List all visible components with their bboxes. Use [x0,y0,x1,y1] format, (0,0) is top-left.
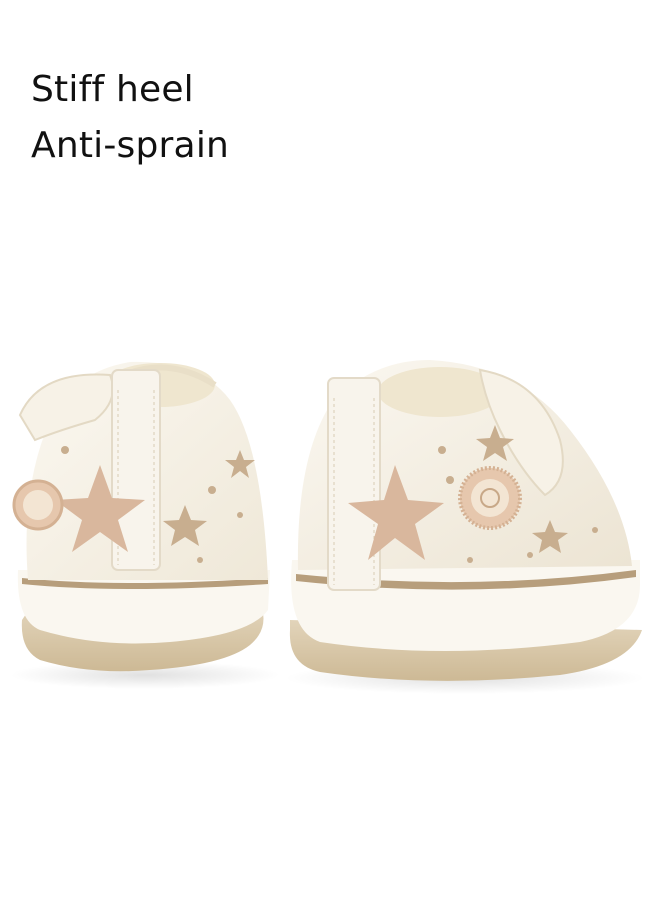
headline-line-1: Stiff heel [31,69,194,110]
feature-headline: Stiff heel Anti-sprain [31,62,229,174]
product-feature-panel: Stiff heel Anti-sprain [0,0,660,900]
headline-line-2: Anti-sprain [31,125,230,166]
baby-shoes-photo [10,360,645,694]
right-shoe [289,360,642,681]
left-shoe [12,361,270,672]
